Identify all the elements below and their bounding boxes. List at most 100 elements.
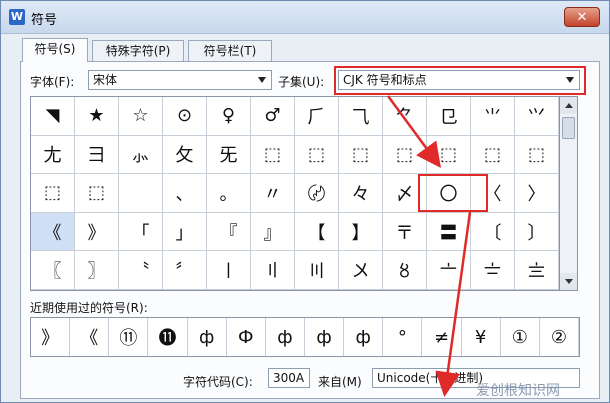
recent-symbol-cell[interactable]: 》 bbox=[31, 318, 71, 356]
symbol-cell[interactable]: 〥 bbox=[383, 251, 427, 290]
recent-symbol-cell[interactable]: ⑪ bbox=[109, 318, 149, 356]
symbol-cell[interactable]: ⺙ bbox=[163, 135, 207, 175]
symbol-cell[interactable]: 、 bbox=[163, 174, 207, 213]
symbol-cell[interactable]: 】 bbox=[339, 212, 383, 252]
recent-symbol-cell[interactable]: ф bbox=[305, 318, 345, 356]
symbol-grid-scrollbar[interactable] bbox=[560, 96, 578, 291]
recent-symbol-cell[interactable]: ф bbox=[188, 318, 227, 356]
symbol-cell[interactable]: ⺕ bbox=[75, 135, 119, 175]
scroll-thumb[interactable] bbox=[562, 117, 575, 139]
subset-select[interactable]: CJK 符号和标点 bbox=[338, 70, 580, 90]
symbol-cell[interactable]: ★ bbox=[75, 97, 119, 136]
recent-symbol-cell[interactable]: ¥ bbox=[462, 318, 501, 356]
symbol-cell[interactable]: 〖 bbox=[31, 251, 75, 290]
symbol-cell[interactable]: ⬚ bbox=[31, 174, 75, 213]
symbol-cell[interactable]: ♀ bbox=[207, 97, 251, 136]
symbol-cell[interactable]: ⺐ bbox=[31, 135, 75, 175]
symbol-cell[interactable]: 。 bbox=[207, 174, 251, 213]
symbol-cell[interactable]: 〓 bbox=[427, 212, 471, 252]
symbol-cell[interactable]: ⬚ bbox=[427, 135, 471, 175]
symbol-cell[interactable]: ⺈ bbox=[383, 97, 427, 136]
title-bar: W 符号 ✕ bbox=[1, 1, 609, 34]
symbol-cell[interactable]: ⬚ bbox=[295, 135, 339, 175]
font-label: 字体(F): bbox=[30, 75, 75, 89]
symbol-cell[interactable]: ⬚ bbox=[515, 135, 559, 175]
recent-symbol-cell[interactable]: ф bbox=[266, 318, 305, 356]
recent-symbol-cell[interactable]: ф bbox=[344, 318, 384, 356]
recent-symbols-list[interactable]: 》《 ⑪ ⓫ ф Фф ф ф ° ≠ ¥ ① ② bbox=[30, 317, 580, 357]
symbol-cell[interactable]: 〒 bbox=[383, 212, 427, 252]
font-select[interactable]: 宋体 bbox=[88, 70, 272, 90]
recent-symbols-label: 近期使用过的符号(R): bbox=[30, 301, 148, 315]
recent-symbol-cell[interactable]: ⓫ bbox=[148, 318, 188, 356]
symbol-grid[interactable]: ◥ ★ ☆ ⊙ ♀ ♂ ⺁⺄⺈⺋⺌⺍⺐⺕⺗⺙⺛ ⬚ ⬚ ⬚ ⬚ ⬚ ⬚ ⬚ ⬚ ⬚ 、。〃〄々〆〇〈〉《》「」… bbox=[30, 96, 560, 291]
char-code-input[interactable]: 300A bbox=[268, 368, 310, 388]
symbol-cell[interactable]: ⬚ bbox=[383, 135, 427, 175]
symbol-cell[interactable]: 〤 bbox=[339, 251, 383, 290]
symbol-cell[interactable]: 〕 bbox=[515, 212, 559, 252]
window-title: 符号 bbox=[31, 13, 58, 28]
symbol-cell[interactable]: ◥ bbox=[31, 97, 75, 136]
chevron-down-icon bbox=[258, 77, 266, 83]
symbol-cell[interactable]: 〗 bbox=[75, 251, 119, 290]
symbol-cell[interactable]: ♂ bbox=[251, 97, 295, 136]
symbol-cell[interactable]: 〃 bbox=[251, 174, 295, 213]
recent-symbol-cell[interactable]: ≠ bbox=[422, 318, 462, 356]
symbol-cell[interactable]: 〉 bbox=[515, 174, 559, 213]
symbol-cell[interactable]: ⺋ bbox=[427, 97, 471, 136]
symbol-cell[interactable]: ⺛ bbox=[207, 135, 251, 175]
symbol-cell[interactable] bbox=[119, 174, 163, 213]
watermark-text: 爱创根知识网 bbox=[476, 383, 560, 399]
symbol-cell[interactable]: 々 bbox=[339, 174, 383, 213]
symbol-cell[interactable]: 【 bbox=[295, 212, 339, 252]
symbol-cell[interactable]: 」 bbox=[163, 212, 207, 252]
subset-label: 子集(U): bbox=[278, 75, 325, 89]
symbol-cell[interactable]: ⬚ bbox=[471, 135, 515, 175]
symbol-cell[interactable]: ⺄ bbox=[339, 97, 383, 136]
symbol-cell[interactable]: 〨 bbox=[515, 251, 559, 290]
symbol-cell[interactable]: 〢 bbox=[251, 251, 295, 290]
recent-symbol-cell[interactable]: ° bbox=[383, 318, 423, 356]
char-code-label: 字符代码(C): bbox=[183, 375, 253, 389]
symbol-cell[interactable]: 〈 bbox=[471, 174, 515, 213]
close-button[interactable]: ✕ bbox=[564, 7, 600, 27]
symbol-cell[interactable]: ⊙ bbox=[163, 97, 207, 136]
symbol-cell[interactable]: 〇 bbox=[427, 174, 471, 213]
recent-symbol-cell[interactable]: 《 bbox=[70, 318, 110, 356]
symbol-cell[interactable]: 〦 bbox=[427, 251, 471, 290]
symbol-cell[interactable]: 「 bbox=[119, 212, 163, 252]
symbol-cell[interactable]: ⺗ bbox=[119, 135, 163, 175]
symbol-cell[interactable]: 』 bbox=[251, 212, 295, 252]
symbol-cell[interactable]: ⬚ bbox=[75, 174, 119, 213]
recent-symbol-cell[interactable]: ① bbox=[501, 318, 540, 356]
symbol-cell[interactable]: ⺁ bbox=[295, 97, 339, 136]
tab-symbols[interactable]: 符号(S) bbox=[22, 38, 88, 62]
subset-select-value: CJK 符号和标点 bbox=[343, 73, 427, 87]
recent-symbol-cell[interactable]: Ф bbox=[227, 318, 266, 356]
from-label: 来自(M) bbox=[318, 375, 362, 389]
symbol-cell[interactable]: 『 bbox=[207, 212, 251, 252]
symbol-cell[interactable]: ⬚ bbox=[251, 135, 295, 175]
symbol-cell[interactable]: 〄 bbox=[295, 174, 339, 213]
recent-symbol-cell[interactable]: ② bbox=[540, 318, 579, 356]
symbol-cell[interactable]: ⺍ bbox=[515, 97, 559, 136]
symbol-cell[interactable]: 〝 bbox=[119, 251, 163, 290]
symbol-cell[interactable]: 〔 bbox=[471, 212, 515, 252]
encoding-select-value: Unicode(十六进制) bbox=[377, 371, 484, 385]
symbol-cell[interactable]: 》 bbox=[75, 212, 119, 252]
tab-symbol-bar[interactable]: 符号栏(T) bbox=[188, 40, 272, 61]
scroll-down-icon[interactable] bbox=[560, 273, 577, 290]
symbol-cell[interactable]: ⺌ bbox=[471, 97, 515, 136]
tab-special-characters[interactable]: 特殊字符(P) bbox=[92, 40, 184, 61]
chevron-down-icon bbox=[566, 77, 574, 83]
symbol-cell[interactable]: ☆ bbox=[119, 97, 163, 136]
symbol-cell[interactable]: 〧 bbox=[471, 251, 515, 290]
symbol-cell[interactable]: 〣 bbox=[295, 251, 339, 290]
symbol-cell[interactable]: ⬚ bbox=[339, 135, 383, 175]
font-select-value: 宋体 bbox=[93, 73, 118, 87]
symbol-cell[interactable]: 〡 bbox=[207, 251, 251, 290]
scroll-up-icon[interactable] bbox=[560, 97, 577, 114]
symbol-cell[interactable]: 《 bbox=[31, 212, 75, 252]
symbol-cell[interactable]: 〆 bbox=[383, 174, 427, 213]
symbol-cell[interactable]: 〞 bbox=[163, 251, 207, 290]
